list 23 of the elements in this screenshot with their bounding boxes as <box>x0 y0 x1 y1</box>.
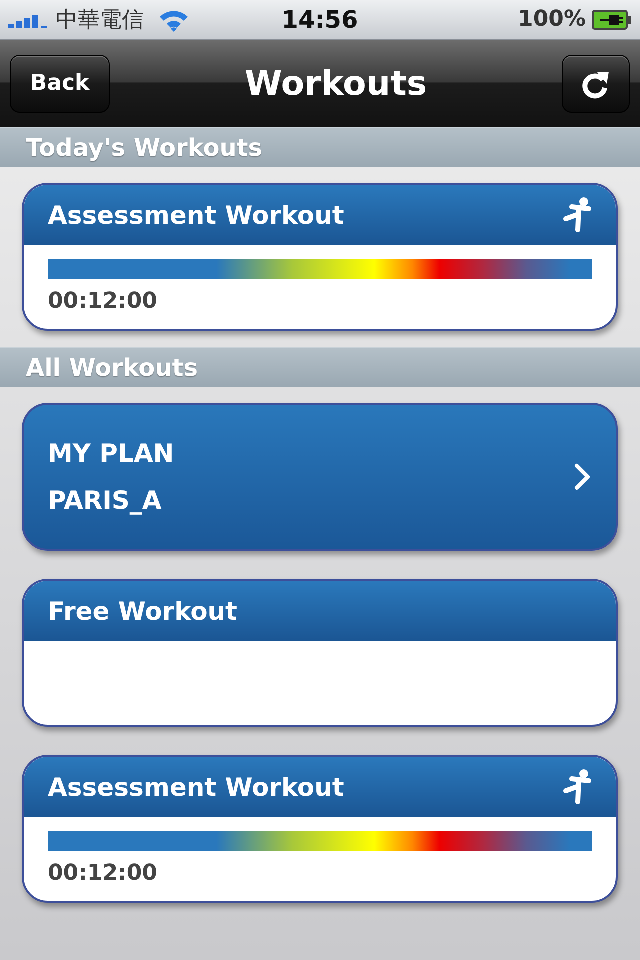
workout-duration: 00:12:00 <box>48 861 158 886</box>
plan-label: MY PLAN <box>48 439 174 468</box>
back-button[interactable]: Back <box>10 54 110 112</box>
carrier-name: 中華電信 <box>56 6 144 34</box>
workout-title: Assessment Workout <box>48 200 344 230</box>
battery-icon <box>592 10 632 30</box>
refresh-button[interactable] <box>562 54 630 112</box>
workout-duration: 00:12:00 <box>48 289 158 314</box>
workout-title: Free Workout <box>48 596 238 626</box>
kicking-figure-icon <box>562 769 592 805</box>
plan-label: PARIS_A <box>48 486 163 515</box>
kicking-figure-icon <box>562 197 592 233</box>
workout-title: Assessment Workout <box>48 772 344 802</box>
section-header: All Workouts <box>0 347 640 387</box>
plan-card[interactable]: MY PLAN PARIS_A <box>22 403 618 551</box>
clock-time: 14:56 <box>282 6 358 34</box>
workout-card[interactable]: Assessment Workout 00:12:00 <box>22 183 618 331</box>
chevron-icon <box>574 463 592 491</box>
screen-title: Workouts <box>244 64 428 104</box>
section-header: Today's Workouts <box>0 127 640 167</box>
workout-card[interactable]: Free Workout <box>22 579 618 727</box>
battery-percent: 100% <box>518 7 586 32</box>
workout-card[interactable]: Assessment Workout 00:12:00 <box>22 755 618 903</box>
